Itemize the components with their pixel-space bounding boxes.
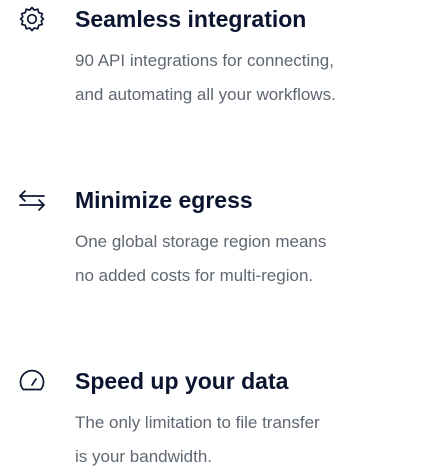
feature-description-line: 90 API integrations for connecting, bbox=[75, 51, 334, 70]
gear-icon bbox=[18, 5, 46, 33]
arrows-exchange-icon bbox=[18, 186, 46, 214]
feature-description-line: is your bandwidth. bbox=[75, 447, 213, 466]
feature-title: Minimize egress bbox=[75, 187, 253, 213]
speedometer-icon bbox=[18, 367, 46, 395]
feature-description: One global storage region means no added… bbox=[75, 225, 435, 293]
feature-description-line: The only limitation to file transfer bbox=[75, 413, 320, 432]
feature-description-line: no added costs for multi-region. bbox=[75, 266, 314, 285]
feature-description: 90 API integrations for connecting, and … bbox=[75, 44, 435, 112]
feature-description-line: One global storage region means bbox=[75, 232, 327, 251]
feature-title: Seamless integration bbox=[75, 6, 307, 32]
feature-description-line: and automating all your workflows. bbox=[75, 85, 336, 104]
feature-title: Speed up your data bbox=[75, 368, 289, 394]
feature-description: The only limitation to file transfer is … bbox=[75, 406, 435, 474]
